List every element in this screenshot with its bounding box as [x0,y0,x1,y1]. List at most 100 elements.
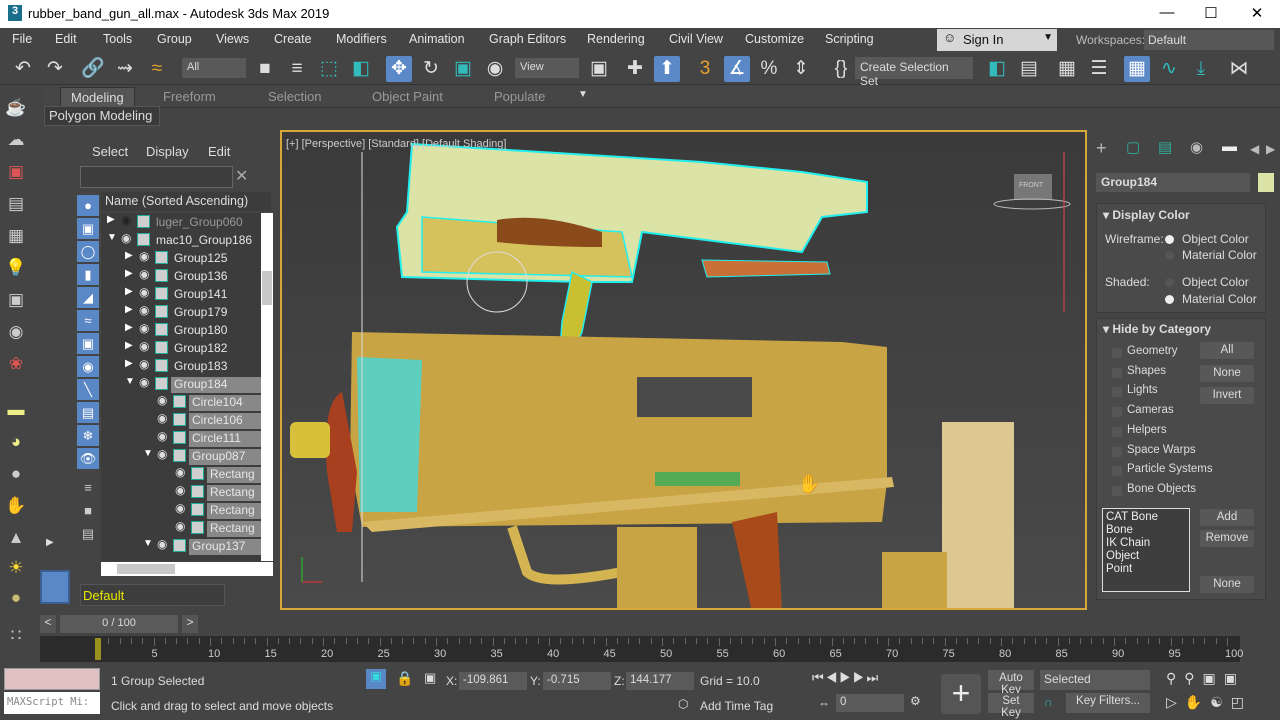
list-item[interactable]: Point [1106,563,1186,576]
ribbon-toggle-icon[interactable]: ▦ [1124,56,1150,82]
filter-cameras-icon[interactable]: ▮ [77,264,99,285]
hide-none-button[interactable]: None [1200,365,1254,382]
goto-start-icon[interactable]: ⏮ [812,670,826,685]
dome-icon[interactable]: ◕ [4,432,28,456]
tree-row[interactable]: ▶ ◉ Group180 [101,321,261,339]
x-coordinate-field[interactable]: -109.861 [459,672,527,690]
prev-key-icon[interactable]: ◀ [826,670,840,685]
tree-row[interactable]: ▼ ◉ Group087 [101,447,261,465]
edit-named-selection-icon[interactable]: {} [828,56,854,82]
hand-icon[interactable]: ✋ [4,496,28,520]
menu-rendering[interactable]: Rendering [587,32,645,46]
clear-search-icon[interactable]: ✕ [235,166,248,186]
expand-toggle-icon[interactable]: ▶ [125,304,133,315]
hierarchy-tab-icon[interactable]: ▤ [1158,138,1172,156]
polygon-modeling-panel[interactable]: Polygon Modeling [44,106,160,126]
bind-space-warp-icon[interactable]: ≈ [144,56,170,82]
menu-civil-view[interactable]: Civil View [669,32,723,46]
camera-icon[interactable]: ▣ [4,290,28,314]
expand-toggle-icon[interactable]: ▶ [125,322,133,333]
tree-row[interactable]: ▶ ◉ Group141 [101,285,261,303]
filter-frozen-icon[interactable]: ❄ [77,425,99,446]
menu-create[interactable]: Create [274,32,312,46]
z-coordinate-field[interactable]: 144.177 [626,672,694,690]
visibility-eye-icon[interactable]: ◉ [175,519,185,533]
filter-space-warps-icon[interactable]: ≈ [77,310,99,331]
visibility-eye-icon[interactable]: ◉ [139,267,149,281]
expand-toggle-icon[interactable]: ▶ [125,286,133,297]
expand-toggle-icon[interactable]: ▼ [143,448,153,459]
category-checkbox[interactable] [1112,466,1122,477]
menu-modifiers[interactable]: Modifiers [336,32,387,46]
grid-icon[interactable]: ▦ [4,226,28,250]
select-and-rotate-icon[interactable]: ↻ [418,56,444,82]
menu-customize[interactable]: Customize [745,32,804,46]
add-category-button[interactable]: Add [1200,509,1254,526]
tree-row[interactable]: ▼ ◉ mac10_Group186 [101,231,261,249]
filter-lights-icon[interactable]: ◯ [77,241,99,262]
object-name-field[interactable]: Group184 [1096,173,1250,192]
menu-scripting[interactable]: Scripting [825,32,874,46]
visibility-eye-icon[interactable]: ◉ [139,285,149,299]
close-button[interactable]: ✕ [1242,4,1272,22]
visibility-eye-icon[interactable]: ◉ [139,375,149,389]
visibility-eye-icon[interactable]: ◉ [157,537,167,551]
invert-display-icon[interactable]: ▤ [77,523,99,544]
auto-key-button[interactable]: Auto Key [988,670,1034,696]
tree-row[interactable]: ▶ ◉ luger_Group060 [101,213,261,231]
wireframe-material-color-radio[interactable] [1165,251,1174,260]
select-object-icon[interactable]: ■ [252,56,278,82]
visibility-eye-icon[interactable]: ◉ [175,483,185,497]
percent-snap-icon[interactable]: % [756,56,782,82]
place-icon[interactable]: ◉ [482,56,508,82]
key-mode-dropdown[interactable]: Selected [1040,670,1150,690]
explorer-menu-edit[interactable]: Edit [208,144,230,159]
sphere-icon[interactable]: ● [4,464,28,488]
tab-freeform[interactable]: Freeform [163,89,216,104]
zoom-extents-icon[interactable]: ▣ [1203,670,1224,686]
zoom-all-icon[interactable]: ⚲ [1184,670,1202,686]
filter-shapes-icon[interactable]: ▣ [77,218,99,239]
scroll-right-icon[interactable]: ▶ [1266,142,1275,156]
maximize-viewport-icon[interactable]: ◰ [1231,694,1252,710]
time-slider-thumb[interactable]: 0 / 100 [60,615,178,633]
isolate-selection-icon[interactable]: ▣ [366,669,386,689]
explorer-menu-display[interactable]: Display [146,144,189,159]
y-coordinate-field[interactable]: -0.715 [543,672,611,690]
column-header-name[interactable]: Name (Sorted Ascending) [101,192,271,211]
visibility-eye-icon[interactable]: ◉ [139,249,149,263]
filter-xrefs-icon[interactable]: ◉ [77,356,99,377]
tree-row[interactable]: ◉ Rectang [101,483,261,501]
visibility-eye-icon[interactable]: ◉ [139,303,149,317]
next-key-icon[interactable]: ▶ [853,670,867,685]
category-checkbox[interactable] [1112,387,1122,398]
angle-snap-icon[interactable]: ∡ [724,56,750,82]
scene-explorer-toggle-icon[interactable]: ▦ [1054,56,1080,82]
selection-filter-dropdown[interactable]: All [182,58,246,78]
workspace-dropdown[interactable]: Default [1144,30,1274,50]
maximize-button[interactable]: ☐ [1196,4,1226,22]
play-icon[interactable]: ▶ [839,670,853,685]
cone-icon[interactable]: ▲ [4,528,28,552]
time-slider[interactable]: < 0 / 100 > [40,615,198,633]
tree-row[interactable]: ◉ Rectang [101,519,261,537]
list-item[interactable]: IK Chain Object [1106,537,1186,563]
remove-category-button[interactable]: Remove [1200,530,1254,547]
tree-row[interactable]: ▼ ◉ Group137 [101,537,261,555]
filter-hidden-icon[interactable]: 👁 [77,448,99,469]
explorer-search-input[interactable] [80,166,233,188]
menu-graph-editors[interactable]: Graph Editors [489,32,566,46]
viewport-label[interactable]: [+] [Perspective] [Standard] [Default Sh… [286,138,506,150]
list-item[interactable]: CAT Bone [1106,511,1186,524]
visibility-eye-icon[interactable]: ◉ [175,501,185,515]
expand-arrow-icon[interactable]: ▶ [46,537,54,548]
spinner-snap-icon[interactable]: ⇕ [788,56,814,82]
viewport-layout-thumbnail[interactable] [40,570,70,604]
category-checkbox[interactable] [1112,485,1122,496]
material-editor-icon[interactable]: ⋈ [1226,56,1252,82]
category-checkbox[interactable] [1112,367,1122,378]
goto-end-icon[interactable]: ⏭ [867,670,881,685]
expand-toggle-icon[interactable]: ▼ [125,376,135,387]
particles-icon[interactable]: ❀ [4,354,28,378]
menu-group[interactable]: Group [157,32,192,46]
